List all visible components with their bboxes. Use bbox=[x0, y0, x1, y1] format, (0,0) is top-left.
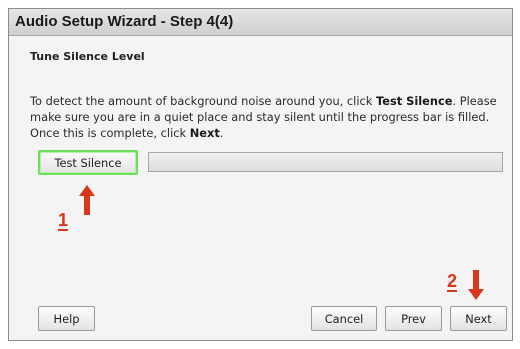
instructions-part: To detect the amount of background noise… bbox=[30, 94, 376, 108]
instructions-test-silence-emphasis: Test Silence bbox=[375, 94, 453, 108]
prev-button[interactable]: Prev bbox=[385, 306, 442, 331]
help-button[interactable]: Help bbox=[38, 306, 95, 331]
silence-progress-bar bbox=[148, 152, 503, 172]
title-bar[interactable]: Audio Setup Wizard - Step 4(4) bbox=[9, 9, 512, 36]
test-silence-button[interactable]: Test Silence bbox=[38, 150, 138, 175]
instructions-part: . bbox=[219, 126, 224, 140]
annotation-step-2-label: 2 bbox=[447, 271, 458, 291]
section-title: Tune Silence Level bbox=[30, 50, 145, 63]
annotation-arrow-up-icon bbox=[79, 185, 95, 215]
next-button[interactable]: Next bbox=[450, 306, 507, 331]
instructions-next-emphasis: Next bbox=[189, 126, 220, 140]
annotation-arrow-down-icon bbox=[468, 270, 484, 300]
annotation-step-1-label: 1 bbox=[58, 210, 69, 230]
cancel-button[interactable]: Cancel bbox=[311, 306, 377, 331]
instructions-text: To detect the amount of background noise… bbox=[30, 93, 500, 141]
window-title: Audio Setup Wizard - Step 4(4) bbox=[15, 13, 234, 30]
